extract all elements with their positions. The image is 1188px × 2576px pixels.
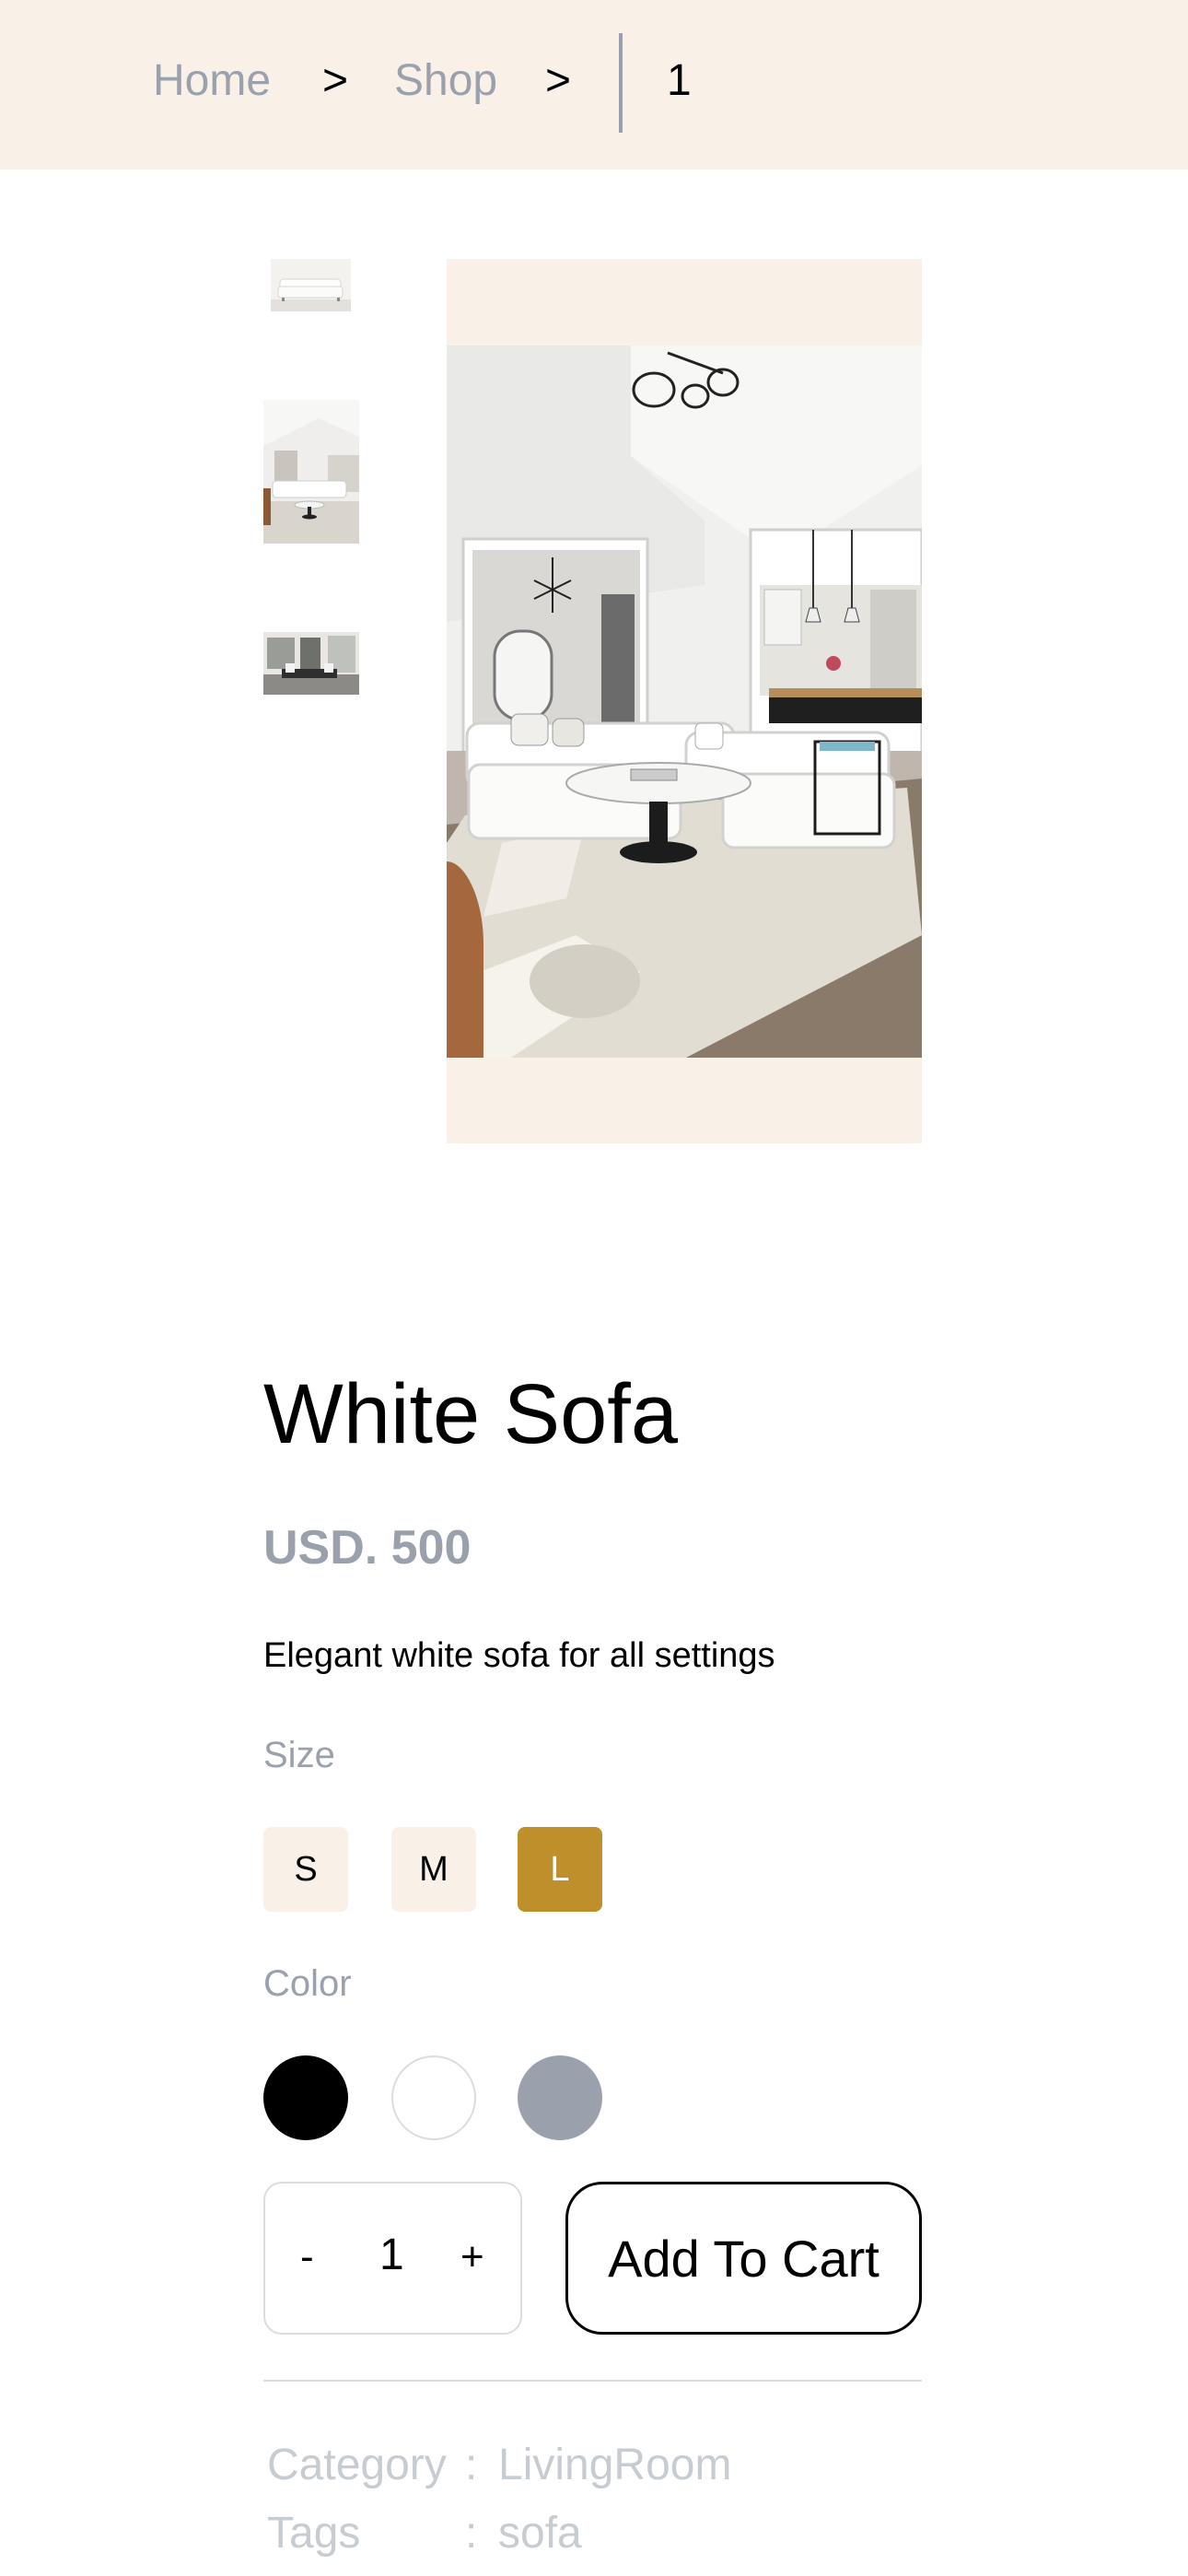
breadcrumb-shop-link[interactable]: Shop — [394, 53, 497, 109]
add-to-cart-button[interactable]: Add To Cart — [565, 2182, 922, 2335]
tags-label: Tags — [267, 2509, 361, 2558]
breadcrumb-current: 1 — [667, 56, 692, 105]
color-swatch-white[interactable] — [391, 2055, 476, 2140]
quantity-decrease-button[interactable]: - — [300, 2230, 314, 2285]
category-value[interactable]: LivingRoom — [498, 2438, 731, 2493]
size-option-s[interactable]: S — [263, 1827, 348, 1912]
size-option-m[interactable]: M — [391, 1827, 476, 1912]
category-separator: : — [465, 2441, 478, 2489]
category-label: Category — [267, 2441, 447, 2489]
quantity-value: 1 — [379, 2231, 404, 2279]
dining-room-thumbnail[interactable] — [263, 632, 359, 695]
product-title: White Sofa — [263, 1367, 678, 1461]
product-description: Elegant white sofa for all settings — [263, 1636, 775, 1675]
main-product-image — [447, 259, 922, 1143]
living-room-thumbnail[interactable] — [263, 400, 359, 544]
tags-separator: : — [465, 2509, 478, 2558]
color-label: Color — [263, 1963, 352, 2004]
living-room-photo — [447, 345, 922, 1058]
color-swatch-gray[interactable] — [518, 2055, 602, 2140]
tags-value[interactable]: sofa — [498, 2506, 582, 2561]
quantity-increase-button[interactable]: + — [460, 2230, 484, 2285]
breadcrumb-separator: > — [545, 56, 572, 105]
breadcrumb-home-link[interactable]: Home — [153, 53, 271, 109]
breadcrumb-separator: > — [322, 56, 349, 105]
quantity-stepper: - 1 + — [263, 2182, 522, 2335]
size-option-l[interactable]: L — [518, 1827, 602, 1912]
product-price: USD. 500 — [263, 1521, 472, 1575]
color-swatch-black[interactable] — [263, 2055, 348, 2140]
breadcrumb-divider — [619, 33, 623, 133]
divider — [263, 2380, 922, 2382]
sofa-thumbnail[interactable] — [271, 259, 351, 311]
breadcrumb: Home > Shop > 1 — [0, 0, 1188, 170]
size-label: Size — [263, 1735, 335, 1775]
